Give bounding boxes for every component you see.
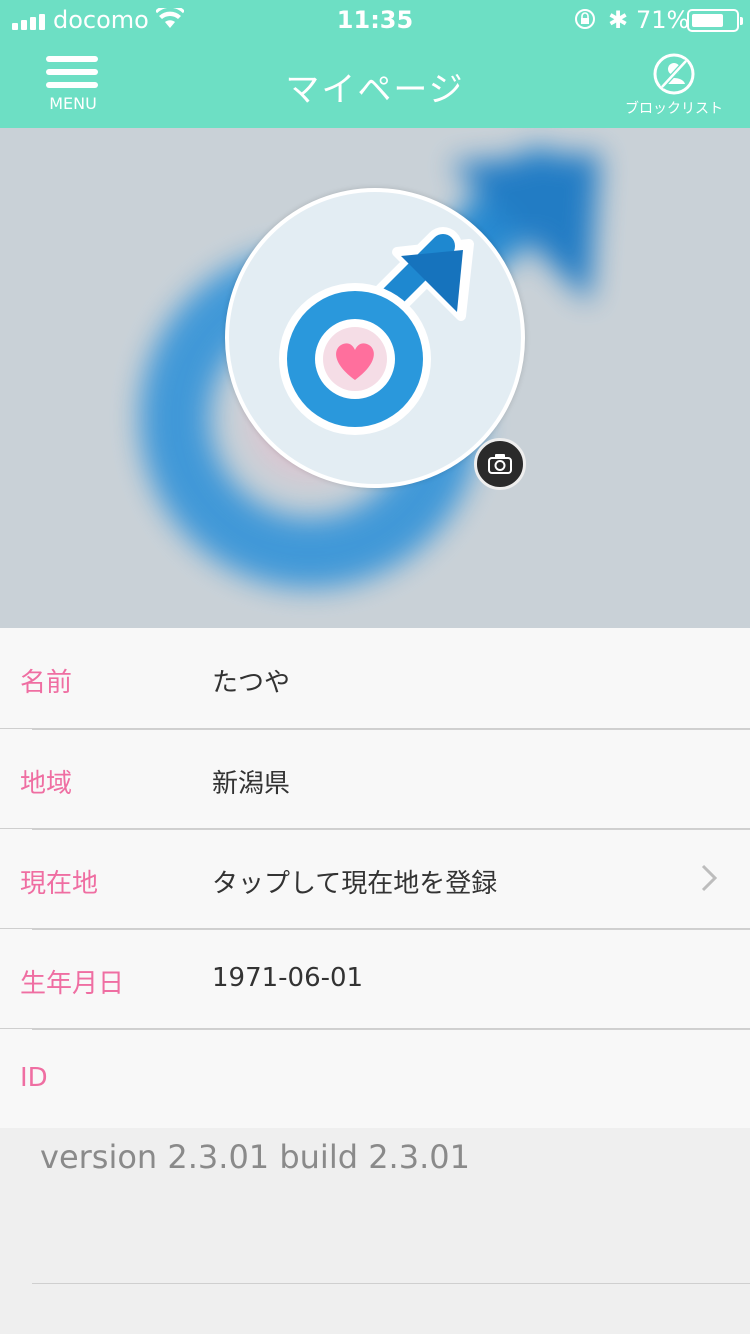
change-photo-button[interactable] bbox=[474, 438, 526, 490]
row-value: たつや bbox=[212, 668, 291, 698]
row-label: 現在地 bbox=[20, 869, 99, 899]
battery-icon bbox=[687, 9, 743, 32]
profile-cover bbox=[0, 128, 750, 628]
row-label: 地域 bbox=[20, 769, 73, 799]
camera-icon bbox=[488, 454, 512, 474]
status-bar: docomo 11:35 ✱ 71% bbox=[0, 0, 750, 40]
block-user-icon bbox=[653, 53, 695, 95]
profile-row-birthday: 生年月日 1971-06-01 bbox=[0, 928, 750, 1028]
male-symbol-icon bbox=[279, 227, 474, 435]
profile-row-id: ID bbox=[0, 1028, 750, 1128]
row-label: ID bbox=[20, 1063, 48, 1093]
block-list-button[interactable]: ブロックリスト bbox=[622, 52, 726, 118]
block-list-label: ブロックリスト bbox=[625, 101, 723, 117]
row-value: 1971-06-01 bbox=[212, 963, 364, 993]
profile-avatar[interactable] bbox=[225, 188, 525, 488]
top-bar: docomo 11:35 ✱ 71% MENU マイページ ブロックリスト bbox=[0, 0, 750, 128]
profile-row-location[interactable]: 現在地 タップして現在地を登録 bbox=[0, 828, 750, 928]
row-label: 生年月日 bbox=[20, 969, 125, 999]
battery-percent: 71% bbox=[636, 6, 690, 34]
profile-row-name: 名前 たつや bbox=[0, 628, 750, 728]
profile-row-region: 地域 新潟県 bbox=[0, 728, 750, 828]
version-text: version 2.3.01 build 2.3.01 bbox=[40, 1138, 470, 1176]
row-value: タップして現在地を登録 bbox=[212, 869, 498, 899]
rotation-lock-icon bbox=[575, 9, 595, 29]
divider bbox=[32, 1283, 750, 1284]
chevron-right-icon bbox=[701, 864, 718, 892]
row-label: 名前 bbox=[20, 668, 73, 698]
bluetooth-icon: ✱ bbox=[608, 6, 629, 34]
profile-list: 名前 たつや 地域 新潟県 現在地 タップして現在地を登録 生年月日 1971-… bbox=[0, 628, 750, 1128]
row-value: 新潟県 bbox=[212, 769, 291, 799]
